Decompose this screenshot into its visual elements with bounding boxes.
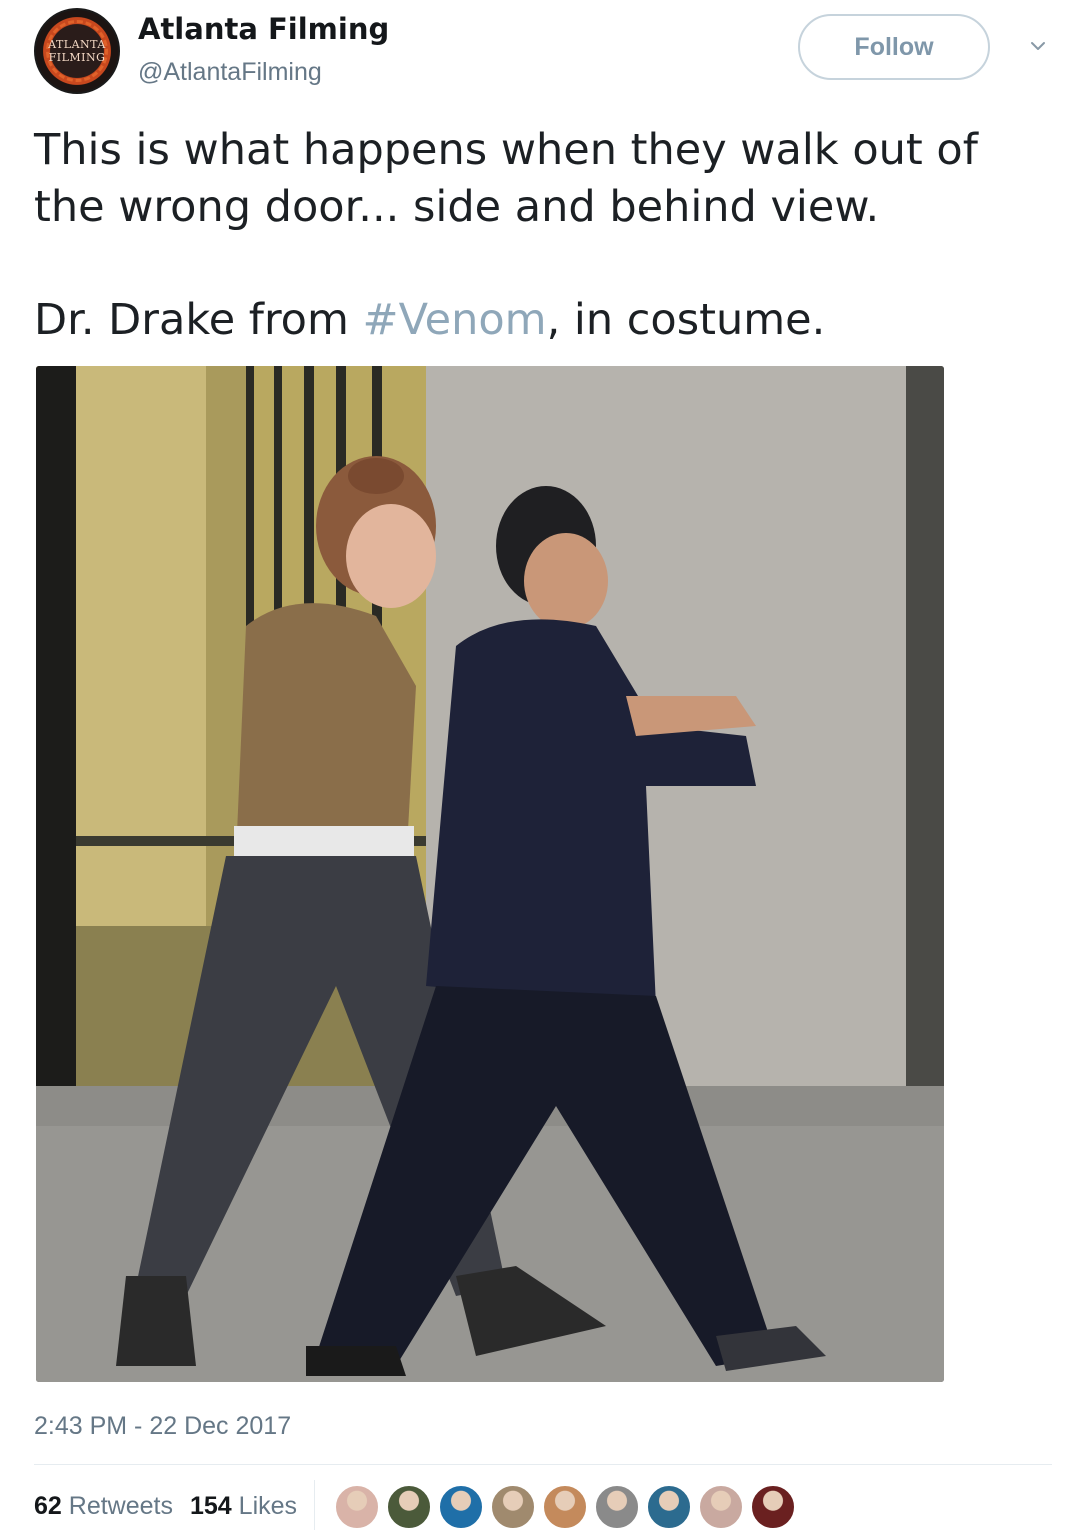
author-avatar[interactable]: ATLANTA FILMING <box>34 8 120 94</box>
tweet-text-line2: Dr. Drake from #Venom, in costume. <box>34 295 826 345</box>
likes-stat[interactable]: 154 Likes <box>190 1492 297 1521</box>
author-handle[interactable]: @AtlantaFilming <box>138 58 322 87</box>
author-display-name[interactable]: Atlanta Filming <box>138 12 389 46</box>
liker-avatar[interactable] <box>386 1484 432 1530</box>
tweet-text-line1: This is what happens when they walk out … <box>34 125 978 232</box>
likes-label: Likes <box>238 1492 298 1520</box>
stats-divider <box>34 1464 1052 1465</box>
retweets-stat[interactable]: 62 Retweets <box>34 1492 173 1521</box>
liker-avatar[interactable] <box>542 1484 588 1530</box>
liker-avatar[interactable] <box>334 1484 380 1530</box>
follow-button[interactable]: Follow <box>798 14 990 80</box>
liker-avatar[interactable] <box>646 1484 692 1530</box>
liker-avatar[interactable] <box>490 1484 536 1530</box>
stats-separator <box>314 1480 315 1530</box>
liker-avatar[interactable] <box>594 1484 640 1530</box>
chevron-down-icon[interactable] <box>1030 38 1046 54</box>
tweet-header: ATLANTA FILMING Atlanta Filming @Atlanta… <box>34 8 1054 100</box>
avatar-logo-text: ATLANTA FILMING <box>48 38 106 64</box>
tweet-text: This is what happens when they walk out … <box>34 122 1034 349</box>
photo-illustration <box>36 366 944 1382</box>
retweets-count: 62 <box>34 1492 62 1520</box>
likes-count: 154 <box>190 1492 232 1520</box>
tweet-photo[interactable] <box>36 366 944 1382</box>
tweet-timestamp[interactable]: 2:43 PM - 22 Dec 2017 <box>34 1412 291 1441</box>
liker-avatar[interactable] <box>750 1484 796 1530</box>
liker-avatar[interactable] <box>698 1484 744 1530</box>
retweets-label: Retweets <box>68 1492 173 1520</box>
liker-avatar[interactable] <box>438 1484 484 1530</box>
hashtag-link[interactable]: #Venom <box>363 295 547 345</box>
